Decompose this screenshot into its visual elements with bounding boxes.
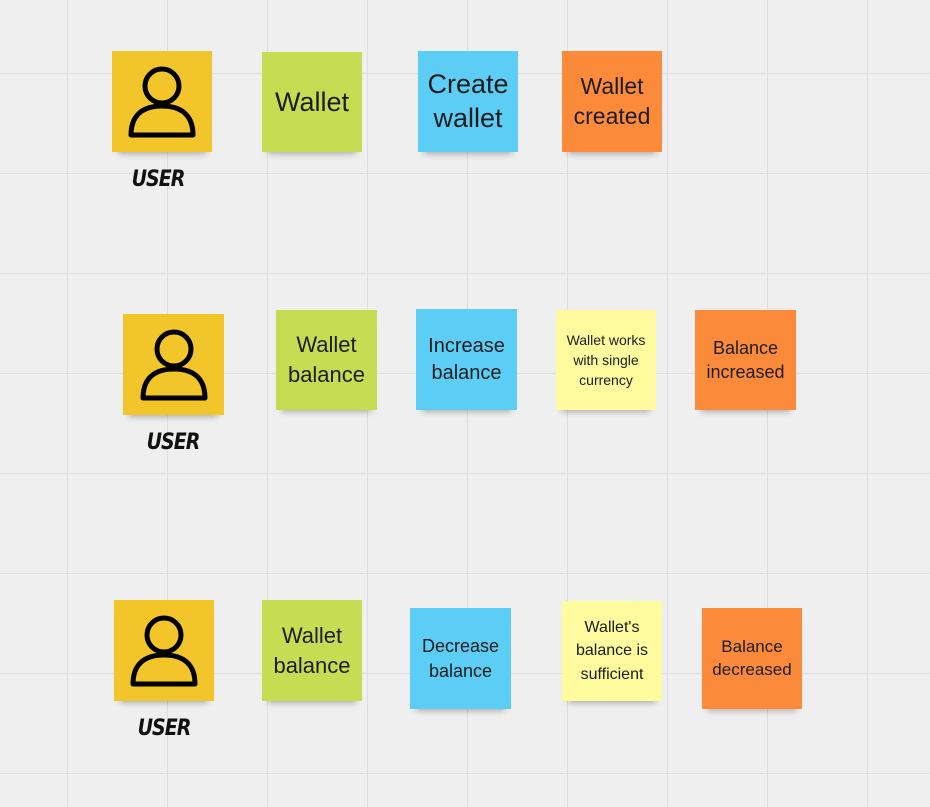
policy-note-text: Wallet's balance is sufficient: [575, 619, 649, 683]
command-note-decrease-balance[interactable]: Decrease balance: [410, 608, 511, 709]
policy-note-single-currency[interactable]: Wallet works with single currency: [556, 310, 656, 410]
user-icon: [128, 66, 196, 137]
user-icon: [130, 615, 198, 686]
user-label-1: USER: [131, 166, 186, 192]
event-note-text: Balance increased: [706, 337, 785, 382]
policy-note-balance-sufficient[interactable]: Wallet's balance is sufficient: [562, 601, 662, 701]
user-icon: [140, 329, 207, 400]
event-note-text: Balance decreased: [712, 636, 792, 679]
aggregate-note-text: Wallet balance: [287, 332, 366, 387]
command-note-create-wallet[interactable]: Create wallet: [418, 51, 518, 152]
user-actor-note-1[interactable]: [112, 51, 212, 152]
user-actor-note-2[interactable]: [123, 314, 224, 415]
user-actor-note-3[interactable]: [114, 600, 214, 701]
user-label-2: USER: [146, 429, 201, 455]
aggregate-note-wallet-balance[interactable]: Wallet balance: [276, 310, 377, 410]
command-note-text: Increase balance: [428, 334, 505, 384]
aggregate-note-wallet-balance-2[interactable]: Wallet balance: [262, 600, 362, 701]
command-note-text: Create wallet: [427, 68, 509, 133]
command-note-increase-balance[interactable]: Increase balance: [416, 309, 517, 410]
user-label-3: USER: [137, 715, 192, 741]
command-note-text: Decrease balance: [421, 636, 500, 681]
policy-note-text: Wallet works with single currency: [566, 331, 646, 389]
aggregate-note-text: Wallet balance: [273, 622, 351, 678]
aggregate-note-wallet[interactable]: Wallet: [262, 52, 362, 152]
event-note-wallet-created[interactable]: Wallet created: [562, 51, 662, 152]
event-note-balance-increased[interactable]: Balance increased: [695, 310, 796, 410]
event-note-text: Wallet created: [573, 72, 651, 129]
event-note-balance-decreased[interactable]: Balance decreased: [702, 608, 802, 709]
aggregate-note-text: Wallet: [274, 86, 349, 117]
